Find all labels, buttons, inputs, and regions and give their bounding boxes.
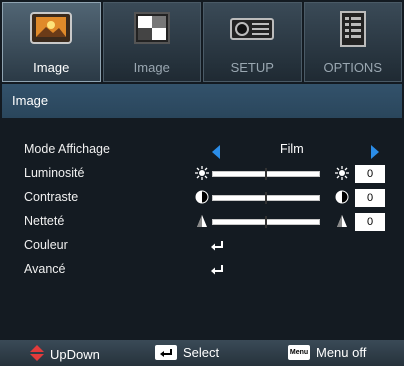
row-label: Luminosité [24, 166, 85, 180]
brightness-high-icon [335, 166, 349, 183]
brightness-slider[interactable] [212, 168, 320, 180]
row-label: Mode Affichage [24, 142, 110, 156]
row-label: Netteté [24, 214, 65, 228]
menu-key-icon: Menu [288, 345, 310, 360]
osd-menu: Image Image SETUP OPTIONS Image Mode Aff… [0, 0, 404, 366]
updown-arrow-icon [30, 345, 44, 364]
menu-content: Mode Affichage Film Luminosité 0 Contras… [0, 118, 404, 340]
hint-select-label: Select [183, 345, 220, 360]
sharpness-value: 0 [355, 213, 385, 231]
tab-bar: Image Image SETUP OPTIONS [2, 2, 402, 82]
row-advanced[interactable]: Avancé [0, 256, 404, 284]
contrast-high-icon [335, 190, 349, 207]
hint-menu-off: Menu Menu off [288, 345, 366, 360]
arrow-left-icon[interactable] [212, 145, 220, 159]
tab-label: Image [133, 60, 170, 75]
row-label: Couleur [24, 238, 68, 252]
sharpness-slider[interactable] [212, 216, 320, 228]
menu-title: Image [2, 84, 402, 118]
enter-icon[interactable] [210, 264, 224, 279]
sharpness-high-icon [335, 214, 349, 231]
slider-thumb[interactable] [265, 216, 267, 228]
image-icon [29, 11, 73, 49]
tab-setup[interactable]: SETUP [203, 2, 302, 82]
brightness-low-icon [195, 166, 209, 183]
sharpness-low-icon [195, 214, 209, 231]
hint-select: Select [155, 345, 219, 360]
hint-updown: UpDown [30, 345, 100, 364]
tab-image-advanced[interactable]: Image [102, 2, 201, 82]
projector-icon [228, 11, 276, 49]
tab-image[interactable]: Image [2, 2, 101, 82]
arrow-right-icon[interactable] [371, 145, 379, 159]
options-list-icon [337, 11, 369, 51]
display-mode-value: Film [280, 142, 304, 156]
row-label: Avancé [24, 262, 66, 276]
contrast-slider[interactable] [212, 192, 320, 204]
enter-icon[interactable] [210, 240, 224, 255]
row-label: Contraste [24, 190, 79, 204]
tab-options[interactable]: OPTIONS [303, 2, 402, 82]
enter-key-icon [155, 345, 177, 360]
tab-label: SETUP [230, 60, 274, 75]
footer-hints: UpDown Select Menu Menu off [0, 340, 404, 366]
slider-thumb[interactable] [265, 192, 267, 204]
tab-label: Image [33, 60, 70, 75]
slider-thumb[interactable] [265, 168, 267, 180]
contrast-low-icon [195, 190, 209, 207]
contrast-value: 0 [355, 189, 385, 207]
tab-label: OPTIONS [323, 60, 382, 75]
brightness-value: 0 [355, 165, 385, 183]
image-advanced-icon [132, 11, 172, 49]
hint-menu-off-label: Menu off [316, 345, 367, 360]
hint-updown-label: UpDown [50, 347, 100, 362]
